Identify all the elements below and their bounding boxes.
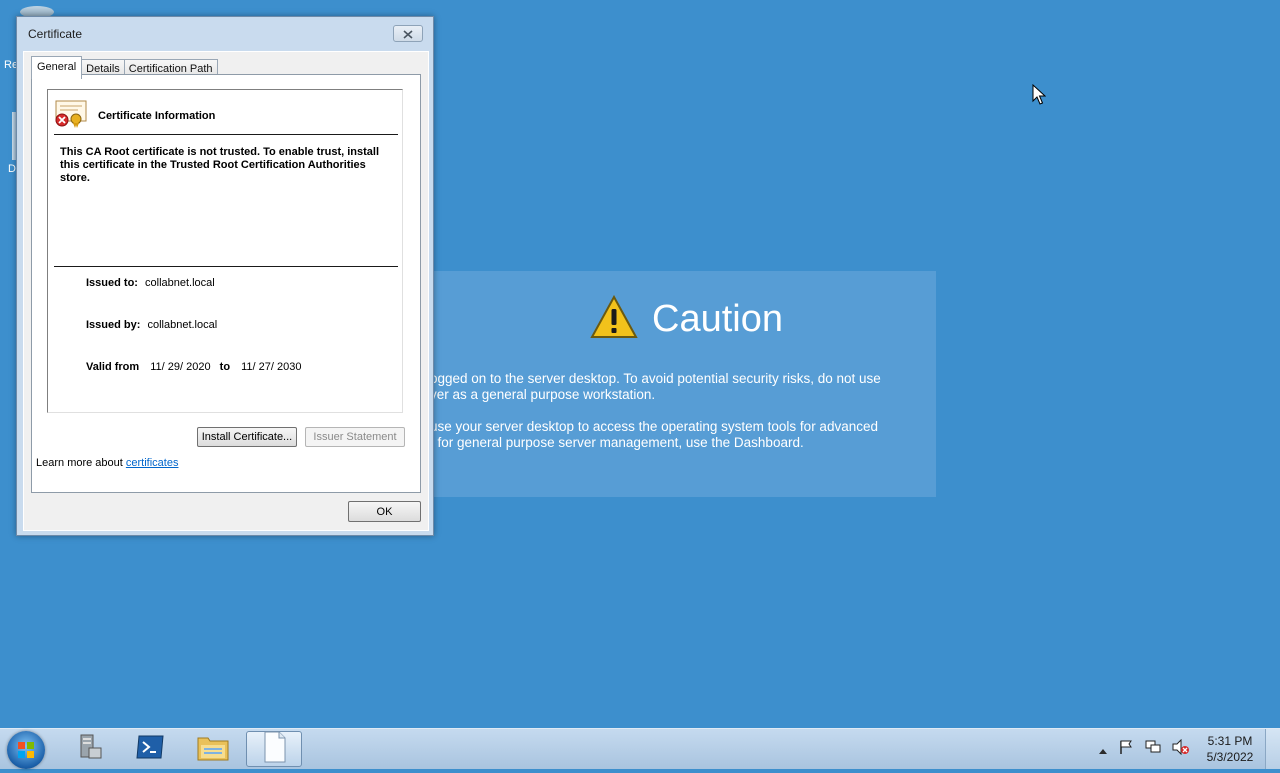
issued-by-label: Issued by: [86, 319, 141, 331]
clock-time: 5:31 PM [1207, 734, 1253, 748]
show-hidden-icons-icon[interactable] [1098, 740, 1108, 759]
mouse-cursor-icon [1032, 83, 1047, 110]
show-desktop-button[interactable] [1265, 729, 1280, 769]
caution-header: Caution [590, 294, 783, 343]
taskbar-file-explorer[interactable] [185, 731, 241, 767]
system-tray [1098, 738, 1190, 759]
learn-more-text: Learn more about certificates [36, 457, 178, 469]
desktop-icon-label-doc: D [8, 163, 16, 175]
caution-line-1: ogged on to the server desktop. To avoid… [430, 371, 881, 386]
caution-line-2: ver as a general purpose workstation. [430, 387, 656, 402]
caution-line-4: t for general purpose server management,… [430, 435, 804, 450]
taskbar-document[interactable] [246, 731, 302, 767]
trust-warning-text: This CA Root certificate is not trusted.… [60, 146, 380, 184]
start-button[interactable] [7, 731, 45, 769]
action-center-flag-icon[interactable] [1118, 739, 1134, 759]
clock-date: 5/3/2022 [1206, 750, 1254, 764]
server-manager-icon [75, 732, 105, 766]
valid-to-label: to [219, 361, 231, 373]
ok-button[interactable]: OK [348, 501, 421, 522]
general-tab-panel: Certificate Information This CA Root cer… [31, 74, 421, 493]
certificate-dialog: Certificate General Details Certificatio… [16, 16, 434, 536]
taskbar: 5:31 PM 5/3/2022 [0, 728, 1280, 769]
divider-bottom [54, 266, 398, 267]
issued-to-row: Issued to: collabnet.local [86, 277, 215, 289]
caution-panel: Caution ogged on to the server desktop. … [420, 271, 936, 497]
caution-line-3: use your server desktop to access the op… [430, 419, 878, 434]
network-icon[interactable] [1144, 739, 1162, 759]
certificates-link[interactable]: certificates [126, 457, 179, 469]
valid-to-value: 11/ 27/ 2030 [241, 361, 302, 373]
issued-to-label: Issued to: [86, 277, 138, 289]
dialog-body: General Details Certification Path Certi… [23, 51, 429, 531]
taskbar-server-manager[interactable] [62, 731, 118, 767]
certificate-error-icon [54, 100, 88, 132]
certificate-info-heading: Certificate Information [98, 110, 216, 122]
install-certificate-button[interactable]: Install Certificate... [197, 427, 297, 447]
learn-more-prefix: Learn more about [36, 457, 126, 469]
caution-paragraph-1: ogged on to the server desktop. To avoid… [430, 371, 900, 403]
issued-to-value: collabnet.local [145, 277, 215, 289]
warning-triangle-icon [590, 294, 638, 343]
certificate-info-header: Certificate Information [54, 100, 215, 132]
issued-by-row: Issued by: collabnet.local [86, 319, 217, 331]
valid-from-label: Valid from [86, 361, 140, 373]
dialog-title: Certificate [28, 27, 83, 41]
caution-paragraph-2: use your server desktop to access the op… [430, 419, 900, 451]
issued-by-value: collabnet.local [147, 319, 218, 331]
document-icon [261, 731, 287, 767]
close-button[interactable] [393, 25, 423, 42]
windows-logo-icon [7, 742, 45, 773]
certificate-info-box: Certificate Information This CA Root cer… [47, 89, 403, 413]
tab-general[interactable]: General [31, 56, 83, 79]
taskbar-powershell[interactable] [122, 731, 178, 767]
issuer-statement-button[interactable]: Issuer Statement [305, 427, 405, 447]
volume-muted-icon[interactable] [1172, 738, 1190, 759]
taskbar-clock[interactable]: 5:31 PM 5/3/2022 [1196, 733, 1264, 765]
powershell-icon [135, 734, 165, 764]
valid-from-value: 11/ 29/ 2020 [150, 361, 211, 373]
close-icon [402, 24, 414, 43]
folder-icon [196, 732, 230, 766]
divider-top [54, 134, 398, 135]
caution-title: Caution [652, 297, 783, 340]
valid-from-row: Valid from 11/ 29/ 2020 to 11/ 27/ 2030 [86, 361, 301, 373]
